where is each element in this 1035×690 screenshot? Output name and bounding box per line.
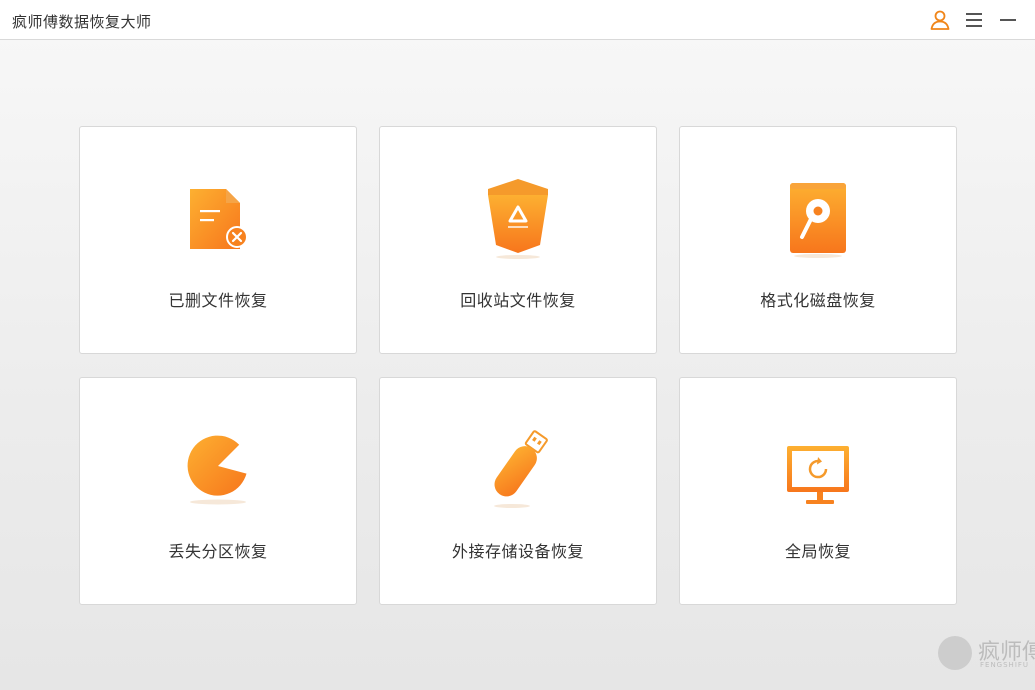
card-label: 全局恢复 xyxy=(784,542,851,561)
watermark-logo-icon xyxy=(938,636,972,670)
card-label: 已删文件恢复 xyxy=(168,291,268,310)
deleted-file-icon xyxy=(178,175,258,259)
card-label: 丢失分区恢复 xyxy=(168,542,268,561)
app-title: 疯师傅数据恢复大师 xyxy=(12,13,152,31)
user-icon xyxy=(930,10,950,30)
watermark-subtext: FENGSHIFU xyxy=(980,661,1030,669)
full-recovery-card[interactable]: 全局恢复 xyxy=(679,377,957,605)
formatted-disk-recovery-card[interactable]: 格式化磁盘恢复 xyxy=(679,126,957,354)
menu-icon xyxy=(966,13,982,27)
external-storage-recovery-card[interactable]: 外接存储设备恢复 xyxy=(379,377,657,605)
card-label: 回收站文件恢复 xyxy=(460,291,576,310)
recycle-bin-icon xyxy=(478,175,558,259)
brand-watermark: 疯师傅 FENGSHIFU xyxy=(936,634,1035,674)
card-label: 格式化磁盘恢复 xyxy=(760,291,876,310)
usb-drive-icon xyxy=(478,426,558,510)
lost-partition-recovery-card[interactable]: 丢失分区恢复 xyxy=(79,377,357,605)
full-scan-icon xyxy=(778,426,858,510)
menu-button[interactable] xyxy=(962,8,986,32)
minimize-button[interactable] xyxy=(996,8,1020,32)
user-button[interactable] xyxy=(928,8,952,32)
card-label: 外接存储设备恢复 xyxy=(451,542,584,561)
lost-partition-icon xyxy=(178,426,258,510)
formatted-disk-icon xyxy=(778,175,858,259)
recycle-bin-recovery-card[interactable]: 回收站文件恢复 xyxy=(379,126,657,354)
title-bar: 疯师傅数据恢复大师 xyxy=(0,0,1035,40)
minimize-icon xyxy=(1000,19,1016,21)
deleted-file-recovery-card[interactable]: 已删文件恢复 xyxy=(79,126,357,354)
